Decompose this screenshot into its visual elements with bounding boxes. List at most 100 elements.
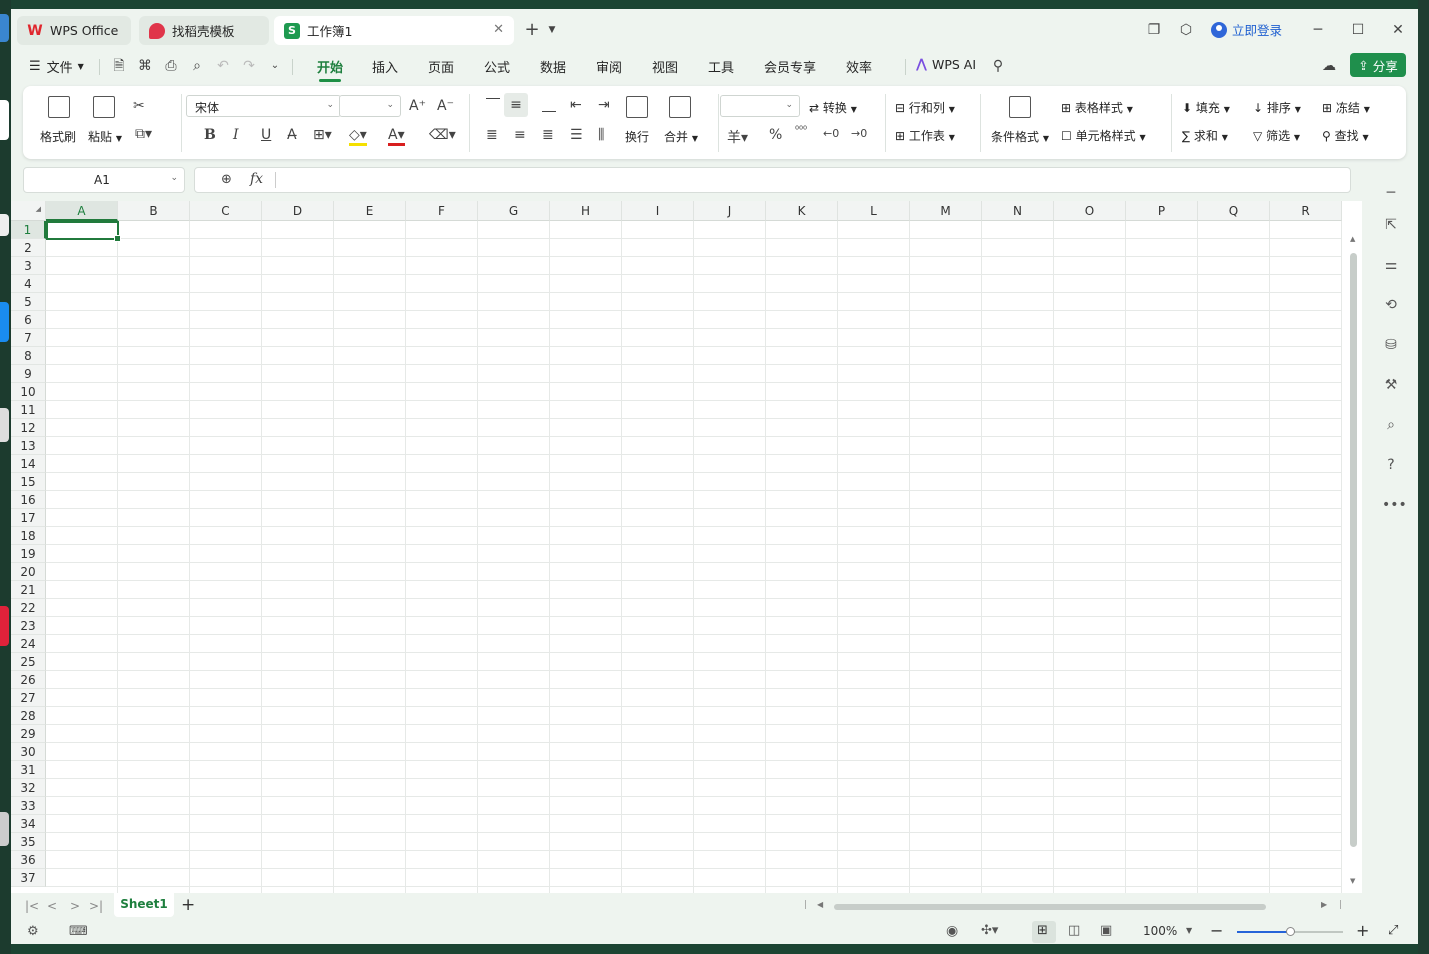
- minimize-icon[interactable]: ─: [1309, 21, 1327, 39]
- row-header-3[interactable]: 3: [11, 257, 46, 275]
- print-preview-icon[interactable]: ⌕: [188, 57, 206, 75]
- first-sheet-icon[interactable]: |<: [25, 899, 39, 913]
- convert-button[interactable]: ⇄ 转换 ▼: [809, 99, 857, 116]
- menu-tab-review[interactable]: 审阅: [596, 57, 622, 76]
- select-pointer-icon[interactable]: ⇱: [1382, 216, 1400, 234]
- row-header-8[interactable]: 8: [11, 347, 46, 365]
- decimal-increase-icon[interactable]: ←0: [823, 127, 839, 140]
- menu-tab-insert[interactable]: 插入: [372, 57, 398, 76]
- review-panel-icon[interactable]: ⌕: [1382, 416, 1400, 434]
- row-header-30[interactable]: 30: [11, 743, 46, 761]
- align-center-icon[interactable]: ≡: [514, 127, 526, 143]
- menu-tab-start[interactable]: 开始: [317, 57, 343, 82]
- column-header-a[interactable]: A: [46, 201, 118, 221]
- sort-button[interactable]: ↓ 排序 ▼: [1253, 99, 1301, 116]
- menu-tab-tools[interactable]: 工具: [708, 57, 734, 76]
- page-layout-icon[interactable]: ◫: [1068, 923, 1080, 938]
- column-header-f[interactable]: F: [406, 201, 478, 221]
- row-header-1[interactable]: 1: [11, 221, 46, 239]
- column-header-d[interactable]: D: [262, 201, 334, 221]
- wrap-text-icon[interactable]: [626, 96, 648, 118]
- column-header-m[interactable]: M: [910, 201, 982, 221]
- menu-tab-data[interactable]: 数据: [540, 57, 566, 76]
- paste-button[interactable]: 粘贴 ▼: [88, 128, 122, 145]
- zoom-slider-thumb[interactable]: [1286, 927, 1295, 936]
- increase-font-icon[interactable]: A⁺: [409, 98, 426, 114]
- column-header-n[interactable]: N: [982, 201, 1054, 221]
- format-painter-label[interactable]: 格式刷: [40, 128, 76, 145]
- font-name-select[interactable]: 宋体 ⌄: [186, 95, 341, 117]
- login-button[interactable]: 立即登录: [1211, 20, 1282, 39]
- scroll-up-icon[interactable]: ▲: [1350, 235, 1355, 243]
- menu-tab-page[interactable]: 页面: [428, 57, 454, 76]
- tab-workbook[interactable]: S 工作簿1 ✕: [274, 16, 514, 45]
- column-header-i[interactable]: I: [622, 201, 694, 221]
- sheet-tab-active[interactable]: Sheet1: [114, 893, 174, 917]
- align-middle-icon[interactable]: ≡: [504, 93, 528, 117]
- eye-icon[interactable]: ◉: [946, 923, 958, 939]
- transform-icon[interactable]: ⟲: [1382, 296, 1400, 314]
- format-painter-icon[interactable]: [48, 96, 70, 118]
- align-bottom-icon[interactable]: ⎽: [542, 97, 556, 113]
- focus-mode-icon[interactable]: ✣▾: [981, 923, 998, 938]
- cube-icon[interactable]: ⬡: [1177, 21, 1195, 39]
- copy-icon[interactable]: ⧉▾: [135, 126, 152, 142]
- row-header-36[interactable]: 36: [11, 851, 46, 869]
- align-top-icon[interactable]: ⎺: [486, 97, 500, 113]
- row-header-32[interactable]: 32: [11, 779, 46, 797]
- tab-template[interactable]: 找稻壳模板: [139, 16, 269, 45]
- macro-icon[interactable]: ⚙: [27, 924, 39, 939]
- scroll-right-icon[interactable]: ▶: [1321, 900, 1327, 909]
- column-header-k[interactable]: K: [766, 201, 838, 221]
- clear-format-icon[interactable]: ⌫▾: [429, 127, 456, 143]
- vertical-scroll-thumb[interactable]: [1350, 253, 1357, 847]
- row-header-33[interactable]: 33: [11, 797, 46, 815]
- strikethrough-icon[interactable]: A̶: [287, 127, 297, 143]
- indent-decrease-icon[interactable]: ⇤: [570, 97, 582, 113]
- justify-icon[interactable]: ☰: [570, 127, 583, 143]
- row-header-16[interactable]: 16: [11, 491, 46, 509]
- row-header-7[interactable]: 7: [11, 329, 46, 347]
- more-options-icon[interactable]: •••: [1382, 496, 1407, 514]
- undo-icon[interactable]: ↶: [214, 57, 232, 75]
- column-header-q[interactable]: Q: [1198, 201, 1270, 221]
- row-col-button[interactable]: ⊟ 行和列 ▼: [895, 99, 955, 116]
- zoom-slider[interactable]: [1237, 927, 1343, 936]
- row-header-4[interactable]: 4: [11, 275, 46, 293]
- row-header-6[interactable]: 6: [11, 311, 46, 329]
- formula-input[interactable]: [285, 173, 1345, 189]
- merge-cells-icon[interactable]: [669, 96, 691, 118]
- decrease-font-icon[interactable]: A⁻: [437, 98, 454, 114]
- maximize-icon[interactable]: ☐: [1349, 21, 1367, 39]
- align-right-icon[interactable]: ≣: [542, 127, 554, 143]
- row-header-14[interactable]: 14: [11, 455, 46, 473]
- column-header-o[interactable]: O: [1054, 201, 1126, 221]
- close-window-icon[interactable]: ✕: [1389, 21, 1407, 39]
- wps-ai-button[interactable]: ⋀ WPS AI: [916, 57, 976, 72]
- fill-color-icon[interactable]: ◇▾: [349, 127, 367, 146]
- row-header-25[interactable]: 25: [11, 653, 46, 671]
- indent-increase-icon[interactable]: ⇥: [598, 97, 610, 113]
- menu-tab-member[interactable]: 会员专享: [764, 57, 816, 76]
- row-header-15[interactable]: 15: [11, 473, 46, 491]
- zoom-level[interactable]: 100%: [1143, 924, 1177, 938]
- row-header-29[interactable]: 29: [11, 725, 46, 743]
- redo-icon[interactable]: ↷: [240, 57, 258, 75]
- row-header-23[interactable]: 23: [11, 617, 46, 635]
- row-header-10[interactable]: 10: [11, 383, 46, 401]
- column-header-e[interactable]: E: [334, 201, 406, 221]
- currency-button[interactable]: 羊▾: [727, 127, 748, 147]
- chevron-down-icon[interactable]: ▼: [543, 21, 561, 39]
- tab-wps-office[interactable]: W WPS Office: [17, 16, 131, 45]
- file-menu[interactable]: ☰ 文件 ▼: [29, 57, 84, 76]
- column-header-j[interactable]: J: [694, 201, 766, 221]
- percent-button[interactable]: %: [769, 127, 782, 143]
- row-header-28[interactable]: 28: [11, 707, 46, 725]
- selected-cell[interactable]: [46, 221, 121, 242]
- row-header-17[interactable]: 17: [11, 509, 46, 527]
- column-header-b[interactable]: B: [118, 201, 190, 221]
- row-header-35[interactable]: 35: [11, 833, 46, 851]
- row-header-12[interactable]: 12: [11, 419, 46, 437]
- share-button[interactable]: ⇪ 分享: [1350, 53, 1406, 77]
- row-header-26[interactable]: 26: [11, 671, 46, 689]
